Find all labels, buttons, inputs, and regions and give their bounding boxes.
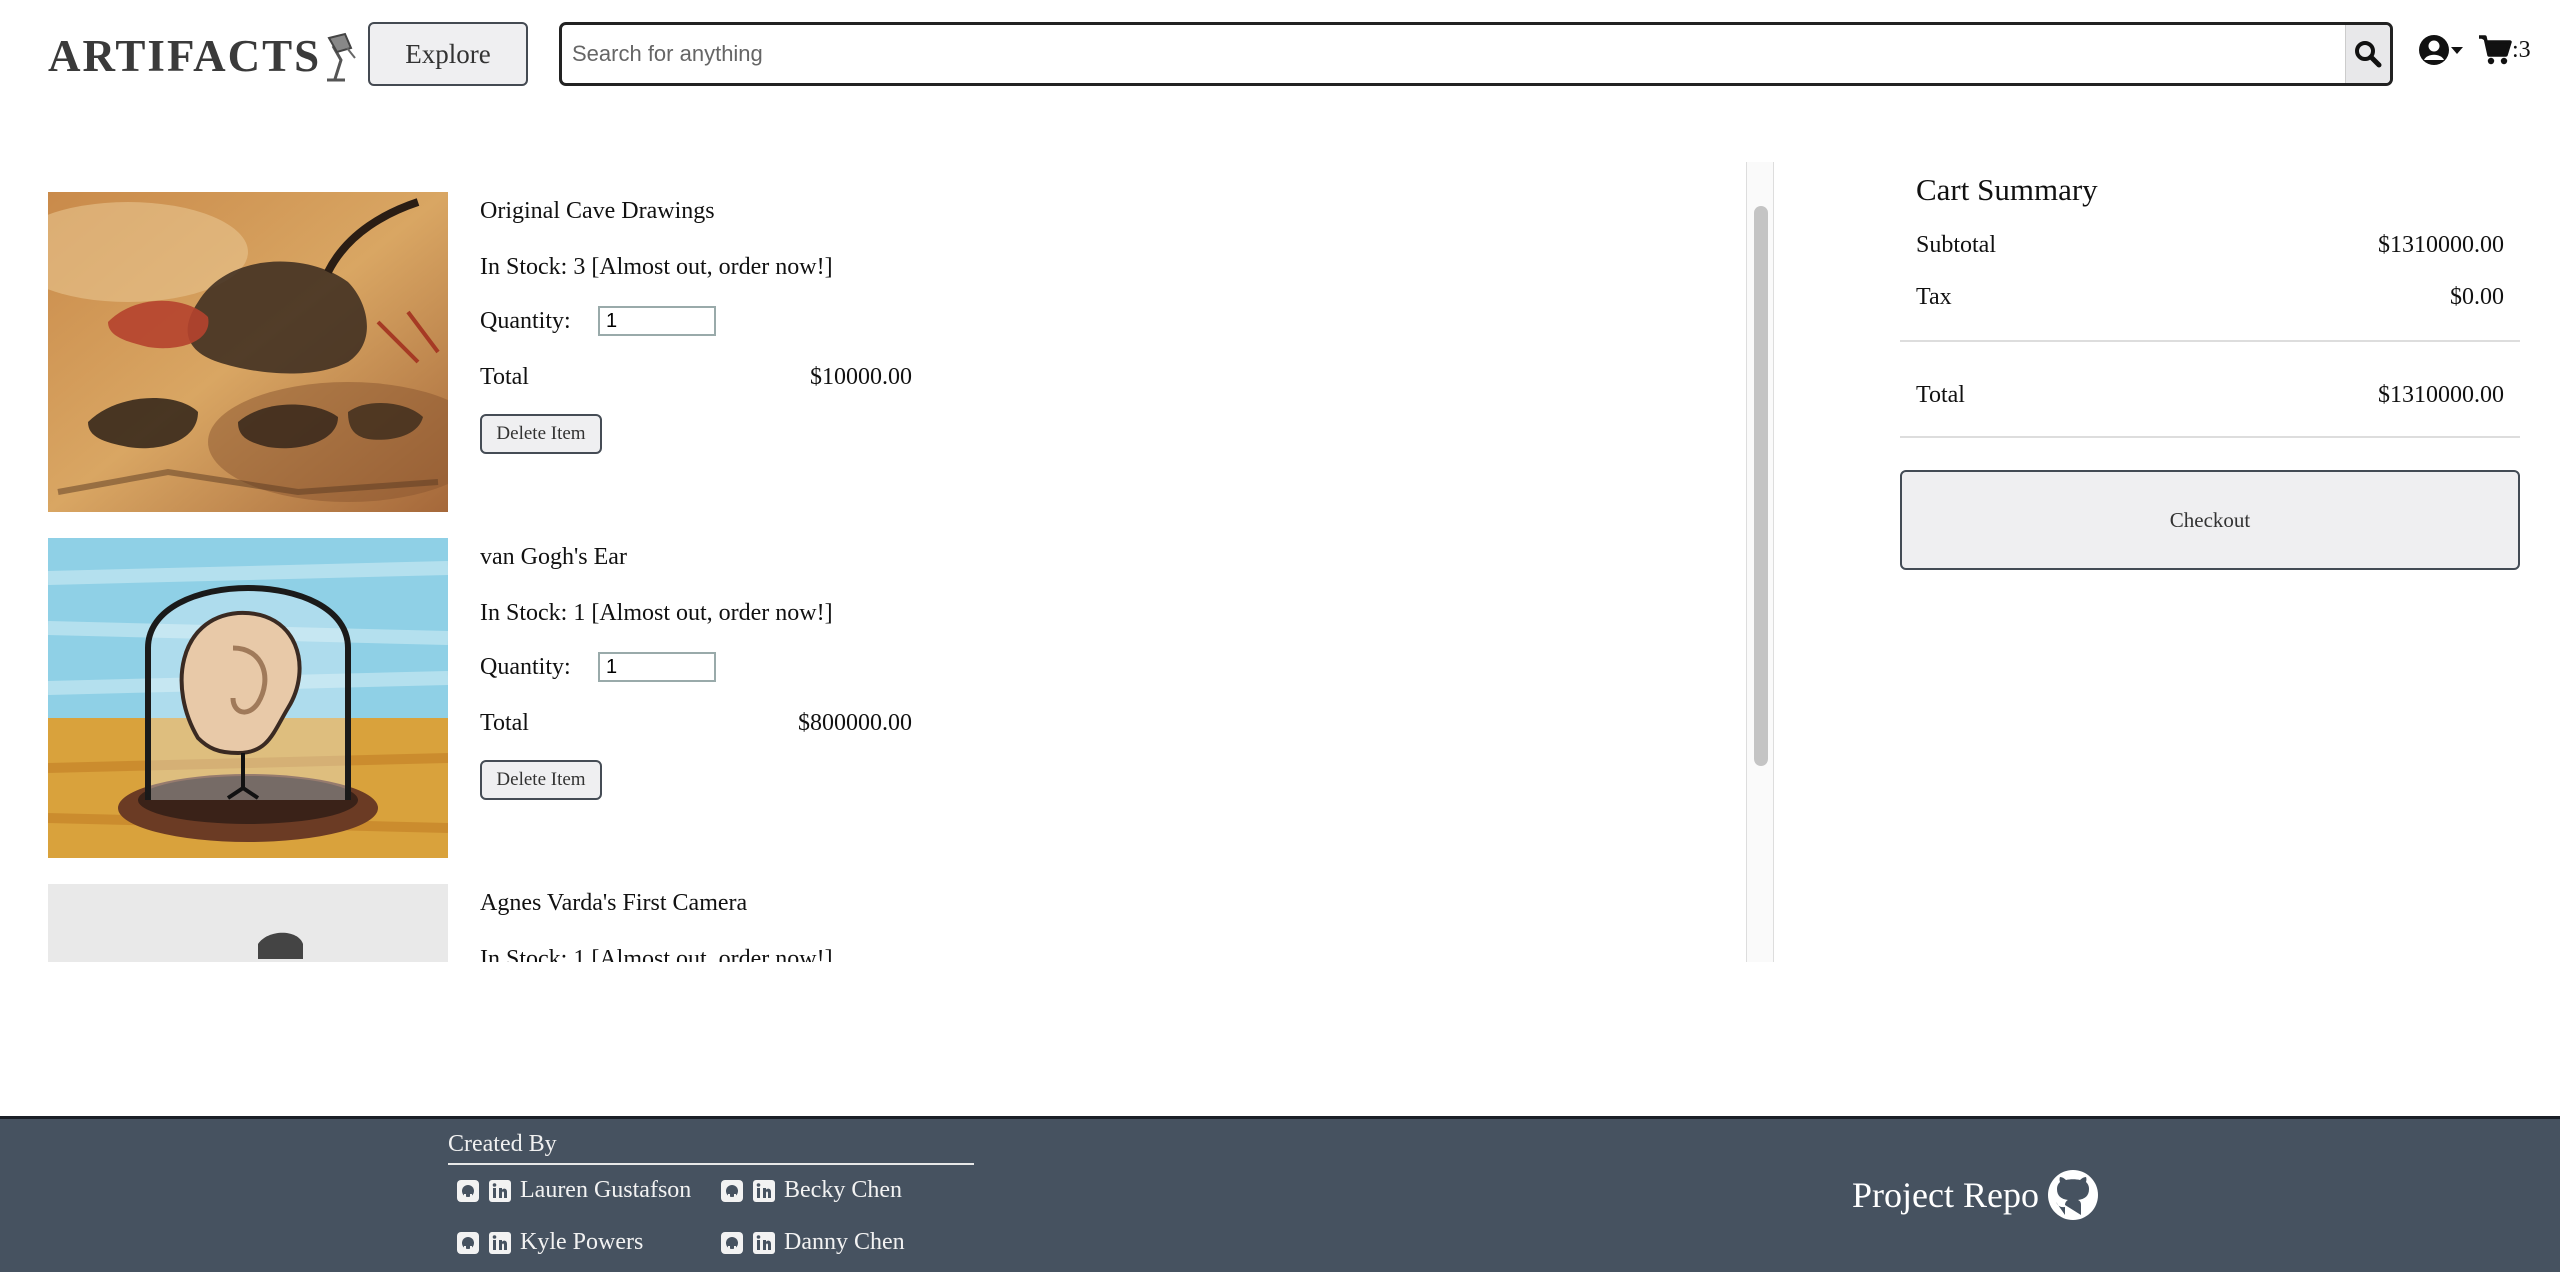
ear-dome-image[interactable] — [48, 538, 448, 858]
subtotal-value: $1310000.00 — [2378, 232, 2504, 258]
item-name[interactable]: Original Cave Drawings — [480, 198, 715, 225]
summary-divider — [1900, 436, 2520, 438]
user-menu[interactable] — [2418, 34, 2464, 66]
item-total-label: Total — [480, 364, 529, 390]
cart-item: van Gogh's Ear In Stock: 1 [Almost out, … — [48, 538, 1748, 858]
user-circle-icon — [2419, 35, 2449, 65]
lamp-icon — [323, 32, 359, 87]
quantity-label: Quantity: — [480, 308, 571, 334]
logo[interactable]: ARTIFACTS — [48, 26, 359, 86]
item-total-value: $800000.00 — [798, 710, 912, 736]
item-total-label: Total — [480, 710, 529, 736]
linkedin-icon[interactable] — [488, 1231, 512, 1255]
item-stock: In Stock: 3 [Almost out, order now!] — [480, 254, 833, 280]
github-icon[interactable] — [720, 1231, 744, 1255]
checkout-button[interactable]: Checkout — [1900, 470, 2520, 570]
github-icon[interactable] — [456, 1231, 480, 1255]
cart-item: Original Cave Drawings In Stock: 3 [Almo… — [48, 192, 1748, 512]
linkedin-icon[interactable] — [752, 1179, 776, 1203]
cart-count: :3 — [2512, 36, 2531, 63]
cart-button[interactable]: :3 — [2478, 34, 2531, 66]
github-icon[interactable] — [456, 1179, 480, 1203]
total-row: Total $1310000.00 — [1916, 382, 2504, 409]
camera-image[interactable] — [48, 884, 448, 962]
total-label: Total — [1916, 382, 1965, 408]
tax-label: Tax — [1916, 284, 1952, 310]
search-input[interactable] — [562, 25, 2345, 83]
subtotal-row: Subtotal $1310000.00 — [1916, 232, 2504, 259]
cart-item: Agnes Varda's First Camera In Stock: 1 [… — [48, 884, 1748, 962]
header: ARTIFACTS Explore Search for anything:3 — [0, 0, 2560, 110]
caret-down-icon — [2451, 47, 2463, 54]
contributor-name: Danny Chen — [784, 1229, 905, 1255]
contributor-name: Kyle Powers — [520, 1229, 644, 1255]
summary-title: Cart Summary — [1916, 172, 2098, 207]
project-repo-label: Project Repo — [1852, 1175, 2039, 1215]
explore-button[interactable]: Explore — [368, 22, 528, 86]
project-repo-link[interactable]: Project Repo — [1852, 1169, 2099, 1221]
list-scrollbar[interactable] — [1746, 162, 1774, 962]
contributor: Becky Chen — [720, 1177, 902, 1204]
created-by-heading: Created By — [448, 1131, 557, 1157]
cave-painting-image[interactable] — [48, 192, 448, 512]
linkedin-icon[interactable] — [752, 1231, 776, 1255]
logo-text: ARTIFACTS — [48, 31, 322, 81]
search-button[interactable] — [2345, 25, 2390, 83]
contributor: Danny Chen — [720, 1229, 905, 1256]
tax-value: $0.00 — [2450, 284, 2504, 310]
contributor: Kyle Powers — [456, 1229, 643, 1256]
contributor-name: Lauren Gustafson — [520, 1177, 692, 1203]
contributor-name: Becky Chen — [784, 1177, 902, 1203]
footer: Created By Lauren Gustafson Becky Chen K… — [0, 1116, 2560, 1272]
subtotal-label: Subtotal — [1916, 232, 1997, 258]
github-icon[interactable] — [720, 1179, 744, 1203]
item-stock: In Stock: 1 [Almost out, order now!] — [480, 600, 833, 626]
item-name[interactable]: Agnes Varda's First Camera — [480, 890, 747, 917]
created-by-divider — [448, 1163, 974, 1165]
item-total-value: $10000.00 — [810, 364, 912, 390]
tax-row: Tax $0.00 — [1916, 284, 2504, 311]
quantity-input[interactable] — [598, 306, 716, 336]
total-value: $1310000.00 — [2378, 382, 2504, 408]
delete-item-button[interactable]: Delete Item — [480, 760, 602, 800]
summary-divider — [1900, 340, 2520, 342]
scrollbar-thumb[interactable] — [1754, 206, 1768, 766]
shopping-cart-icon — [2479, 35, 2512, 65]
search-icon — [2355, 41, 2382, 68]
cart-item-list[interactable]: Original Cave Drawings In Stock: 3 [Almo… — [0, 158, 1775, 962]
item-name[interactable]: van Gogh's Ear — [480, 544, 627, 571]
quantity-input[interactable] — [598, 652, 716, 682]
github-icon — [2047, 1169, 2099, 1221]
search-bar — [559, 22, 2393, 86]
page-heading-fragment — [46, 158, 53, 176]
linkedin-icon[interactable] — [488, 1179, 512, 1203]
item-stock: In Stock: 1 [Almost out, order now!] — [480, 946, 833, 962]
contributor: Lauren Gustafson — [456, 1177, 691, 1204]
quantity-label: Quantity: — [480, 654, 571, 680]
delete-item-button[interactable]: Delete Item — [480, 414, 602, 454]
